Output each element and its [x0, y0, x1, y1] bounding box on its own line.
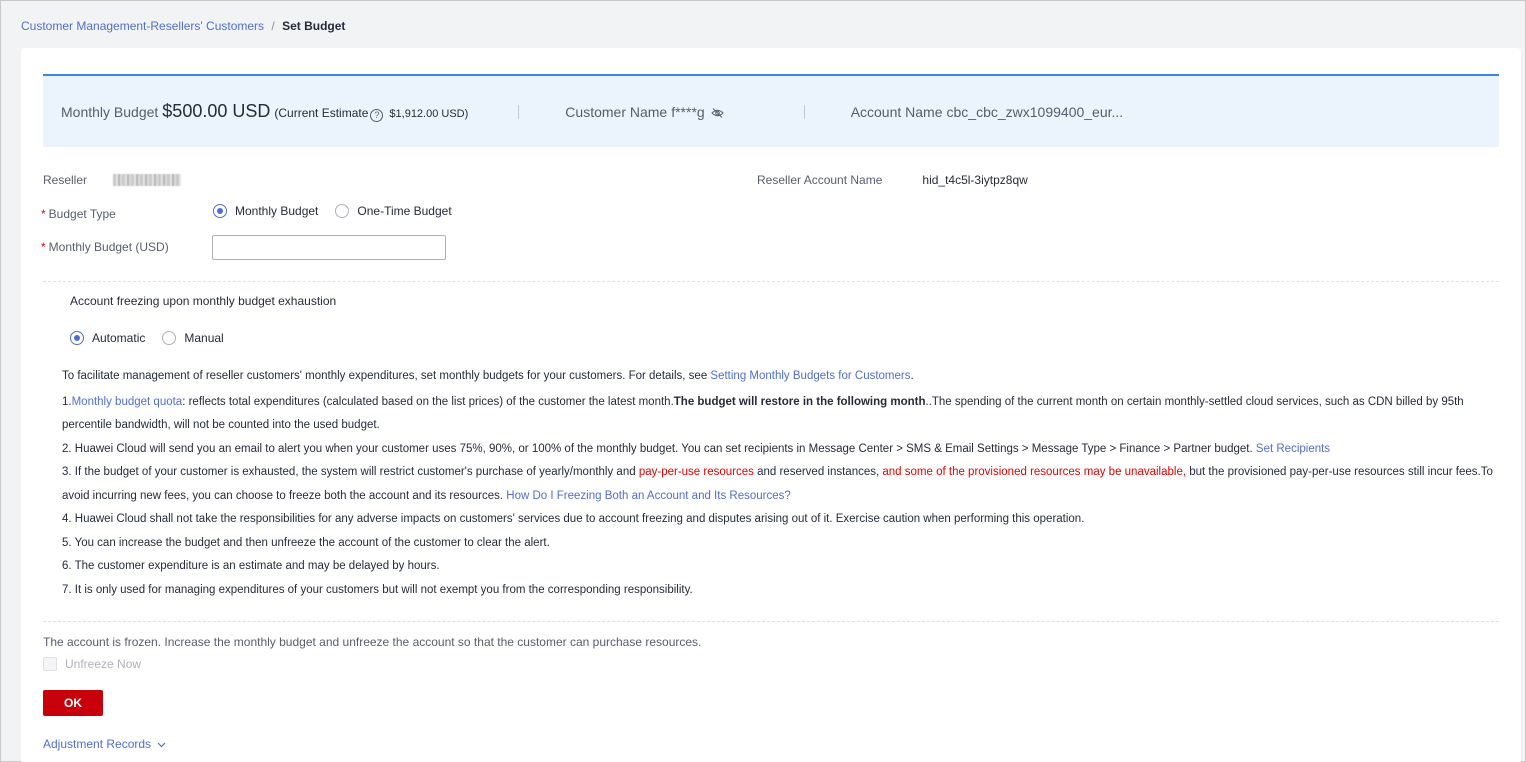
radio-one-time-budget[interactable]: One-Time Budget — [335, 204, 452, 218]
freeze-label: Account freezing upon monthly budget exh… — [70, 294, 337, 308]
required-mark: * — [41, 207, 46, 221]
note-intro-end: . — [910, 370, 914, 382]
radio-automatic-label: Automatic — [92, 331, 146, 345]
current-estimate-value: $1,912.00 USD) — [389, 108, 469, 120]
set-recipients-link[interactable]: Set Recipients — [1256, 443, 1330, 455]
account-name-value: cbc_cbc_zwx1099400_eur... — [946, 103, 1124, 120]
frozen-account-message: The account is frozen. Increase the mont… — [43, 635, 702, 649]
customer-name-label: Customer Name — [565, 103, 668, 120]
reseller-account-label: Reseller Account Name — [757, 173, 883, 187]
freeze-label-row: Account freezing upon monthly budget exh… — [70, 294, 336, 308]
note-intro: To facilitate management of reseller cus… — [62, 365, 1502, 389]
budget-type-radio-group: Monthly Budget One-Time Budget — [213, 204, 452, 218]
account-name-label: Account Name — [850, 103, 943, 120]
unfreeze-now-checkbox[interactable] — [43, 657, 57, 671]
monthly-budget-input[interactable] — [212, 235, 446, 260]
radio-one-time-budget-label: One-Time Budget — [357, 204, 452, 218]
note-6: 6. The customer expenditure is an estima… — [62, 560, 440, 572]
unfreeze-now-row: Unfreeze Now — [43, 657, 141, 671]
chevron-down-icon — [157, 737, 166, 751]
summary-customer-name: Customer Name f****g — [565, 103, 724, 122]
radio-automatic[interactable]: Automatic — [70, 331, 145, 345]
customer-name-value: f****g — [671, 103, 705, 120]
unfreeze-now-label: Unfreeze Now — [65, 657, 142, 671]
breadcrumb-separator: / — [271, 19, 275, 33]
set-budget-card: Monthly Budget $500.00 USD (Current Esti… — [21, 48, 1521, 762]
summary-account-name: Account Name cbc_cbc_zwx1099400_eur... — [851, 104, 1124, 120]
reseller-account-value: hid_t4c5l-3iytpz8qw — [922, 173, 1028, 187]
adjustment-records-link[interactable]: Adjustment Records — [43, 737, 151, 751]
radio-dot[interactable] — [162, 331, 177, 345]
budget-notes: To facilitate management of reseller cus… — [62, 365, 1502, 602]
radio-dot[interactable] — [335, 204, 350, 218]
note-3-warning-1: pay-per-use resources — [638, 466, 754, 478]
note-3-warning-2: and some of the provisioned resources ma… — [882, 466, 1187, 478]
summary-monthly-budget-label: Monthly Budget — [61, 104, 159, 120]
setting-monthly-budgets-link[interactable]: Setting Monthly Budgets for Customers — [710, 370, 910, 382]
radio-dot[interactable] — [213, 204, 227, 218]
ok-button[interactable]: OK — [43, 690, 103, 716]
monthly-budget-label-row: * Monthly Budget (USD) — [41, 240, 169, 254]
note-2: 2. Huawei Cloud will send you an email t… — [62, 438, 1502, 462]
budget-summary-bar: Monthly Budget $500.00 USD (Current Esti… — [43, 74, 1499, 147]
adjustment-records-toggle[interactable]: Adjustment Records — [43, 737, 166, 751]
note-3-text-b: and reserved instances, — [753, 466, 883, 478]
breadcrumb-link-customer-management[interactable]: Customer Management-Resellers' Customers — [21, 19, 264, 33]
reseller-account-row: Reseller Account Name hid_t4c5l-3iytpz8q… — [757, 173, 1028, 187]
note-1-text: : reflects total expenditures (calculate… — [182, 395, 674, 408]
note-5: 5. You can increase the budget and then … — [62, 536, 550, 549]
monthly-budget-input-row — [212, 235, 446, 260]
section-divider — [43, 281, 1499, 282]
note-4: 4. Huawei Cloud shall not take the respo… — [62, 513, 1085, 525]
summary-divider — [518, 104, 520, 119]
radio-manual-label: Manual — [184, 331, 224, 345]
breadcrumb: Customer Management-Resellers' Customers… — [21, 19, 345, 33]
radio-manual[interactable]: Manual — [162, 331, 224, 345]
monthly-budget-label: Monthly Budget (USD) — [48, 240, 169, 254]
monthly-budget-quota-link[interactable]: Monthly budget quota — [72, 396, 183, 408]
note-1-bold: The budget will restore in the following… — [673, 395, 926, 408]
freezing-account-help-link[interactable]: How Do I Freezing Both an Account and It… — [506, 490, 790, 502]
reseller-row: Reseller — [43, 173, 182, 187]
radio-monthly-budget-label: Monthly Budget — [235, 204, 319, 218]
eye-slash-icon[interactable] — [710, 106, 724, 122]
note-3-text-a: 3. If the budget of your customer is exh… — [62, 466, 639, 478]
current-estimate-label: (Current Estimate — [274, 106, 369, 120]
summary-divider — [803, 104, 805, 119]
help-icon[interactable]: ? — [370, 108, 384, 122]
radio-dot[interactable] — [70, 331, 84, 345]
note-1-prefix: 1. — [62, 395, 72, 408]
summary-monthly-budget: Monthly Budget $500.00 USD (Current Esti… — [61, 101, 468, 122]
freeze-radio-group: Automatic Manual — [70, 331, 224, 345]
section-divider — [43, 621, 1499, 622]
note-7: 7. It is only used for managing expendit… — [62, 583, 693, 596]
note-1: 1.Monthly budget quota: reflects total e… — [62, 391, 1502, 438]
breadcrumb-current: Set Budget — [282, 19, 346, 33]
reseller-label: Reseller — [43, 173, 88, 187]
note-intro-text: To facilitate management of reseller cus… — [62, 370, 711, 382]
note-3: 3. If the budget of your customer is exh… — [62, 461, 1502, 508]
budget-type-label: Budget Type — [48, 207, 116, 221]
budget-type-label-row: * Budget Type — [41, 207, 116, 221]
required-mark: * — [41, 240, 46, 254]
summary-monthly-budget-value: $500.00 USD — [162, 101, 271, 121]
reseller-value-masked — [113, 174, 182, 186]
radio-monthly-budget[interactable]: Monthly Budget — [213, 204, 318, 218]
note-2-text: 2. Huawei Cloud will send you an email t… — [62, 442, 1256, 455]
